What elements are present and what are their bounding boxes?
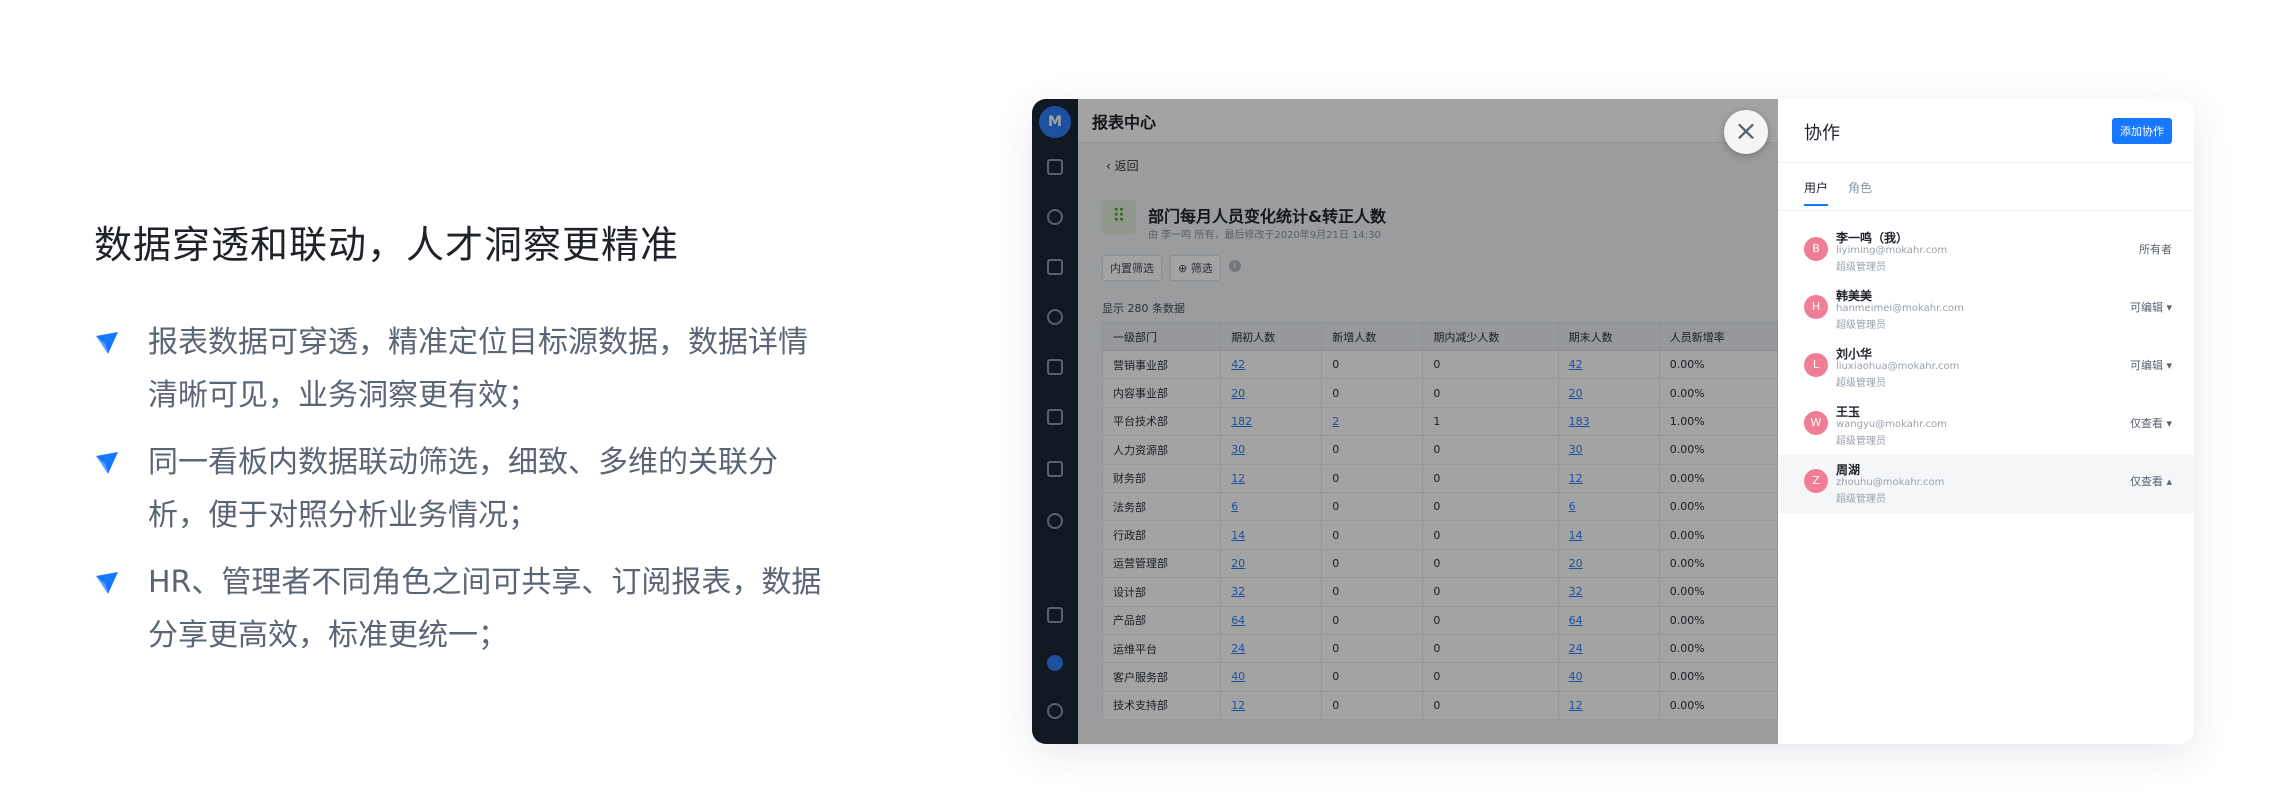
marketing-section: 数据穿透和联动，人才洞察更精准 (94, 214, 834, 269)
collaborator-email: hanmeimei@mokahr.com (1836, 303, 1964, 314)
divider (1778, 210, 2194, 211)
permission-select[interactable]: 仅查看 ▾ (2130, 415, 2172, 431)
avatar: L (1804, 353, 1828, 377)
arrow-bullet-icon (96, 452, 118, 474)
feature-text: HR、管理者不同角色之间可共享、订阅报表，数据分享更高效，标准更统一； (148, 565, 822, 653)
permission-select[interactable]: 可编辑 ▾ (2130, 299, 2172, 315)
collaborator-item: B 李一鸣（我） liyiming@mokahr.com 超级管理员 所有者 (1778, 223, 2194, 281)
feature-text: 报表数据可穿透，精准定位目标源数据，数据详情清晰可见，业务洞察更有效； (148, 325, 808, 413)
panel-tabs: 用户 角色 (1804, 179, 1872, 206)
collaborator-name: 李一鸣（我） (1836, 231, 1909, 245)
collaborator-email: zhouhu@mokahr.com (1836, 477, 1945, 488)
panel-title: 协作 (1804, 123, 1840, 144)
collaboration-panel: 协作 添加协作 用户 角色 B 李一鸣（我） liyiming@mokahr.com… (1778, 99, 2194, 744)
add-collaborator-button[interactable]: 添加协作 (2112, 118, 2172, 144)
tab-users[interactable]: 用户 (1804, 179, 1829, 206)
avatar: B (1804, 237, 1828, 261)
section-heading: 数据穿透和联动，人才洞察更精准 (94, 223, 680, 267)
tab-roles[interactable]: 角色 (1848, 179, 1872, 206)
feature-item: HR、管理者不同角色之间可共享、订阅报表，数据分享更高效，标准更统一； (94, 556, 834, 662)
arrow-bullet-icon (96, 332, 118, 354)
collaborator-name: 韩美美 (1836, 289, 1873, 303)
collaborator-item: L 刘小华 liuxiaohua@mokahr.com 超级管理员 可编辑 ▾ (1778, 339, 2194, 397)
panel-header: 协作 添加协作 (1778, 99, 2194, 163)
avatar: Z (1804, 469, 1828, 493)
feature-list: 报表数据可穿透，精准定位目标源数据，数据详情清晰可见，业务洞察更有效； 同一看板… (94, 316, 834, 676)
collaborator-name: 王玉 (1836, 405, 1861, 419)
collaborator-email: wangyu@mokahr.com (1836, 419, 1947, 430)
collaborator-name: 刘小华 (1836, 347, 1873, 361)
collaborator-role: 超级管理员 (1836, 436, 1886, 447)
collaborator-role: 超级管理员 (1836, 494, 1886, 505)
collaborator-item: H 韩美美 hanmeimei@mokahr.com 超级管理员 可编辑 ▾ (1778, 281, 2194, 339)
permission-select[interactable]: 仅查看 ▴ (2130, 473, 2172, 489)
feature-item: 同一看板内数据联动筛选，细致、多维的关联分析，便于对照分析业务情况； (94, 436, 834, 542)
collaborator-role: 超级管理员 (1836, 378, 1886, 389)
collaborator-role: 超级管理员 (1836, 262, 1886, 273)
avatar: W (1804, 411, 1828, 435)
arrow-bullet-icon (96, 572, 118, 594)
close-icon[interactable]: × (1724, 110, 1768, 154)
collaborator-item: Z 周湖 zhouhu@mokahr.com 超级管理员 仅查看 ▴ (1778, 455, 2194, 513)
feature-item: 报表数据可穿透，精准定位目标源数据，数据详情清晰可见，业务洞察更有效； (94, 316, 834, 422)
modal-overlay[interactable] (1032, 99, 1778, 744)
collaborator-email: liyiming@mokahr.com (1836, 245, 1948, 256)
avatar: H (1804, 295, 1828, 319)
app-screenshot: M 报表中心 ‹ 返回 ⠿ 部门每月人员变化统计&转正人数 由 李一鸣 所有，最… (1032, 99, 2194, 744)
permission-select[interactable]: 所有者 (2139, 241, 2172, 257)
collaborator-email: liuxiaohua@mokahr.com (1836, 361, 1960, 372)
collaborator-name: 周湖 (1836, 463, 1861, 477)
collaborator-item: W 王玉 wangyu@mokahr.com 超级管理员 仅查看 ▾ (1778, 397, 2194, 455)
permission-select[interactable]: 可编辑 ▾ (2130, 357, 2172, 373)
feature-text: 同一看板内数据联动筛选，细致、多维的关联分析，便于对照分析业务情况； (148, 445, 778, 533)
collaborator-role: 超级管理员 (1836, 320, 1886, 331)
